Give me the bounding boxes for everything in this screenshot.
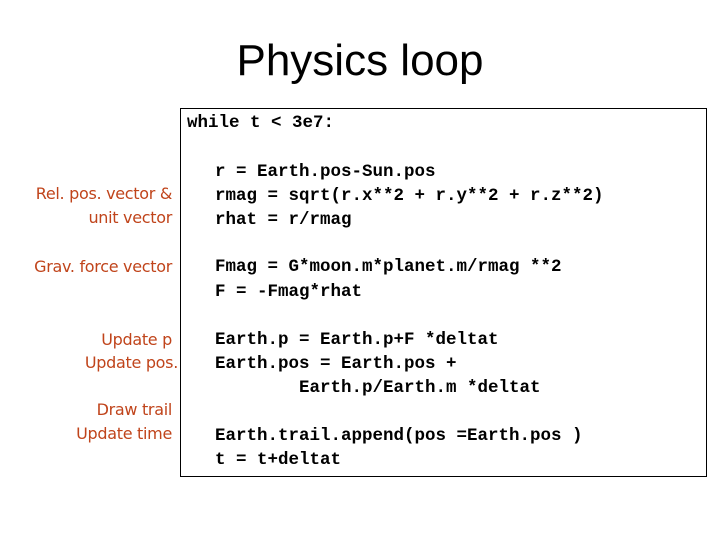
- code-line-rmag: rmag = sqrt(r.x**2 + r.y**2 + r.z**2): [215, 186, 604, 206]
- code-line-f: F = -Fmag*rhat: [215, 282, 363, 302]
- code-line-r: r = Earth.pos-Sun.pos: [215, 162, 436, 182]
- code-line-while: while t < 3e7:: [187, 113, 335, 133]
- code-line-t: t = t+deltat: [215, 450, 342, 470]
- label-update-p: Update p: [101, 330, 172, 349]
- slide-title: Physics loop: [0, 36, 720, 86]
- code-line-earth-pos-cont: Earth.p/Earth.m *deltat: [299, 378, 541, 398]
- label-update-pos: Update pos.: [84, 353, 178, 372]
- label-update-time: Update time: [76, 424, 172, 443]
- slide-title-text: Physics loop: [236, 36, 484, 85]
- label-grav-force: Grav. force vector: [34, 257, 172, 276]
- code-line-rhat: rhat = r/rmag: [215, 210, 352, 230]
- code-line-earth-pos: Earth.pos = Earth.pos +: [215, 354, 457, 374]
- label-rel-pos-1: Rel. pos. vector &: [35, 184, 173, 203]
- code-line-fmag: Fmag = G*moon.m*planet.m/rmag **2: [215, 257, 562, 277]
- label-rel-pos-2: unit vector: [88, 208, 172, 227]
- code-line-trail: Earth.trail.append(pos =Earth.pos ): [215, 426, 583, 446]
- code-line-earth-p: Earth.p = Earth.p+F *deltat: [215, 330, 499, 350]
- label-draw-trail: Draw trail: [96, 400, 173, 419]
